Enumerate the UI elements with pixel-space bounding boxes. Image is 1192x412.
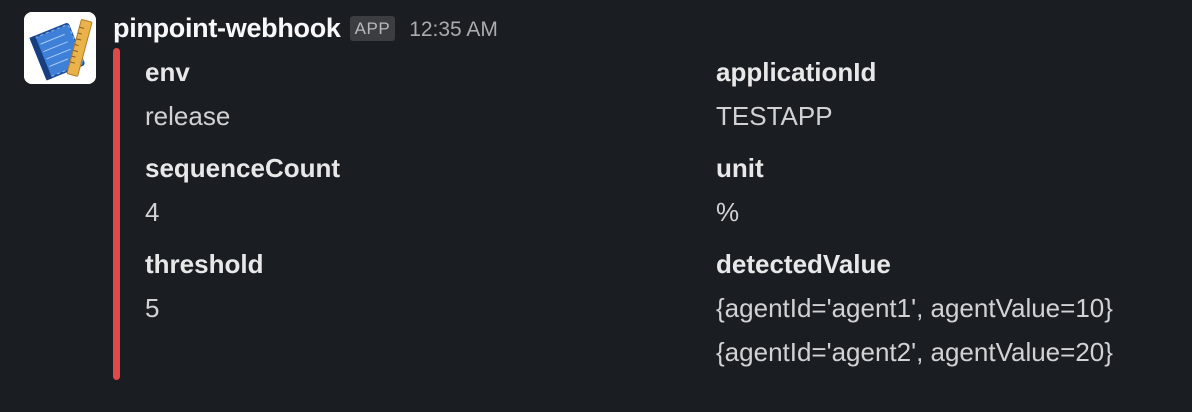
field-value: {agentId='agent2', agentValue=20} [716,337,1113,367]
field-value: {agentId='agent1', agentValue=10} [716,293,1113,323]
app-avatar[interactable] [24,12,96,84]
field-value: 5 [145,293,160,323]
field-sequence-count: sequenceCount 4 [145,148,665,232]
field-env: env release [145,52,665,136]
field-label: applicationId [716,57,877,87]
attachment-fields: env release applicationId TESTAPP sequen… [145,52,1185,382]
field-threshold: threshold 5 [145,244,665,328]
field-label: unit [716,153,764,183]
field-value: 4 [145,197,160,227]
message-header: pinpoint-webhook APP 12:35 AM [113,10,498,46]
field-value: release [145,101,231,131]
field-label: sequenceCount [145,153,341,183]
field-detected-value: detectedValue {agentId='agent1', agentVa… [716,244,1192,374]
attachment-color-bar [113,48,120,380]
field-application-id: applicationId TESTAPP [716,52,1192,136]
field-label: env [145,57,190,87]
field-label: threshold [145,249,264,279]
blueprint-ruler-icon [24,12,96,84]
message-timestamp[interactable]: 12:35 AM [409,18,498,42]
field-value: % [716,197,740,227]
sender-name[interactable]: pinpoint-webhook [113,13,341,44]
slack-message: pinpoint-webhook APP 12:35 AM env releas… [0,0,1192,412]
field-unit: unit % [716,148,1192,232]
field-value: TESTAPP [716,101,833,131]
app-badge: APP [349,15,396,41]
field-label: detectedValue [716,249,891,279]
